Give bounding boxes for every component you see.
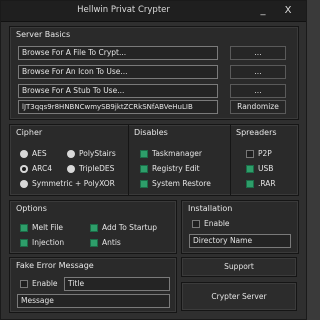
title-bar: Hellwin Privat Crypter _ X [1, 1, 306, 22]
radio-icon [20, 150, 28, 158]
stub-path-field[interactable]: Browse For A Stub To Use... [18, 84, 218, 98]
options-panel: Options Melt File Add To Startup Injecti… [9, 200, 177, 254]
encryption-key-field[interactable]: lJT3qqs9r8HNBNCwmySB9jktZCRkSNfABVeHuLIB [18, 100, 218, 114]
fake-error-enable-checkbox[interactable]: Enable [20, 278, 65, 290]
crypt-server-button[interactable]: Crypter Server [181, 282, 297, 311]
checkbox-checked-icon [246, 165, 254, 173]
cipher-option-label: ARC4 [32, 164, 52, 173]
cipher-option-arc4[interactable]: ARC4 [20, 163, 70, 175]
radio-icon [67, 165, 75, 173]
checkbox-checked-icon [140, 180, 148, 188]
fake-error-enable-label: Enable [32, 279, 58, 288]
options-title: Options [16, 204, 47, 213]
option-antis-checkbox[interactable]: Antis [90, 237, 155, 249]
disable-label: System Restore [152, 179, 211, 188]
spreader-label: USB [258, 164, 274, 173]
browse-icon-button[interactable]: ... [230, 65, 286, 79]
server-basics-panel: Server Basics Browse For A File To Crypt… [9, 26, 299, 120]
spreaders-title: Spreaders [236, 128, 277, 137]
option-label: Antis [102, 238, 121, 247]
randomize-button[interactable]: Randomize [230, 100, 286, 114]
window-title: Hellwin Privat Crypter [77, 5, 170, 15]
cipher-divider [128, 125, 129, 195]
error-title-field[interactable]: Title [64, 277, 170, 291]
support-button[interactable]: Support [181, 257, 297, 277]
disables-divider [230, 125, 231, 195]
disable-label: Registry Edit [152, 164, 200, 173]
spreader-label: P2P [258, 149, 272, 158]
installation-enable-checkbox[interactable]: Enable [192, 218, 252, 230]
checkbox-unchecked-icon [246, 150, 254, 158]
cipher-option-label: PolyStairs [79, 149, 116, 158]
fake-error-panel: Fake Error Message Enable Title Message [9, 257, 177, 313]
option-label: Add To Startup [102, 223, 158, 232]
checkbox-checked-icon [140, 165, 148, 173]
radio-selected-icon [20, 165, 28, 173]
icon-path-field[interactable]: Browse For An Icon To Use... [18, 65, 218, 79]
settings-panel: Cipher Disables Spreaders AES PolyStairs… [9, 124, 299, 196]
checkbox-checked-icon [20, 239, 28, 247]
spreader-label: .RAR [258, 179, 276, 188]
checkbox-checked-icon [90, 239, 98, 247]
spreader-rar-checkbox[interactable]: .RAR [246, 178, 291, 190]
spreader-p2p-checkbox[interactable]: P2P [246, 148, 291, 160]
fake-error-title: Fake Error Message [16, 261, 94, 270]
directory-name-field[interactable]: Directory Name [189, 234, 291, 248]
cipher-option-label: AES [32, 149, 47, 158]
installation-enable-label: Enable [204, 219, 230, 228]
checkbox-unchecked-icon [20, 280, 28, 288]
cipher-option-polystairs[interactable]: PolyStairs [67, 148, 127, 160]
disables-title: Disables [134, 128, 168, 137]
disable-system-restore-checkbox[interactable]: System Restore [140, 178, 226, 190]
disable-label: Taskmanager [152, 149, 202, 158]
browse-file-button[interactable]: ... [230, 46, 286, 60]
cipher-option-label: TripleDES [79, 164, 115, 173]
checkbox-checked-icon [140, 150, 148, 158]
installation-title: Installation [188, 204, 233, 213]
cipher-option-tripledes[interactable]: TripleDES [67, 163, 127, 175]
disable-taskmanager-checkbox[interactable]: Taskmanager [140, 148, 220, 160]
minimize-button[interactable]: _ [255, 4, 271, 18]
installation-panel: Installation Enable Directory Name [181, 200, 299, 254]
spreader-usb-checkbox[interactable]: USB [246, 163, 291, 175]
server-basics-title: Server Basics [16, 30, 71, 39]
radio-icon [20, 180, 28, 188]
cipher-option-symmetric-polyxor[interactable]: Symmetric + PolyXOR [20, 178, 126, 190]
error-message-field[interactable]: Message [17, 294, 170, 308]
checkbox-checked-icon [90, 224, 98, 232]
option-label: Injection [32, 238, 65, 247]
cipher-option-label: Symmetric + PolyXOR [32, 179, 115, 188]
checkbox-checked-icon [246, 180, 254, 188]
file-path-field[interactable]: Browse For A File To Crypt... [18, 46, 218, 60]
checkbox-unchecked-icon [192, 220, 200, 228]
cipher-option-aes[interactable]: AES [20, 148, 70, 160]
option-injection-checkbox[interactable]: Injection [20, 237, 85, 249]
cipher-title: Cipher [16, 128, 43, 137]
crypter-window: Hellwin Privat Crypter _ X Server Basics… [0, 0, 307, 320]
option-melt-file-checkbox[interactable]: Melt File [20, 222, 85, 234]
option-label: Melt File [32, 223, 64, 232]
radio-icon [67, 150, 75, 158]
disable-registry-edit-checkbox[interactable]: Registry Edit [140, 163, 220, 175]
close-button[interactable]: X [280, 4, 296, 18]
browse-stub-button[interactable]: ... [230, 84, 286, 98]
checkbox-checked-icon [20, 224, 28, 232]
option-add-to-startup-checkbox[interactable]: Add To Startup [90, 222, 172, 234]
